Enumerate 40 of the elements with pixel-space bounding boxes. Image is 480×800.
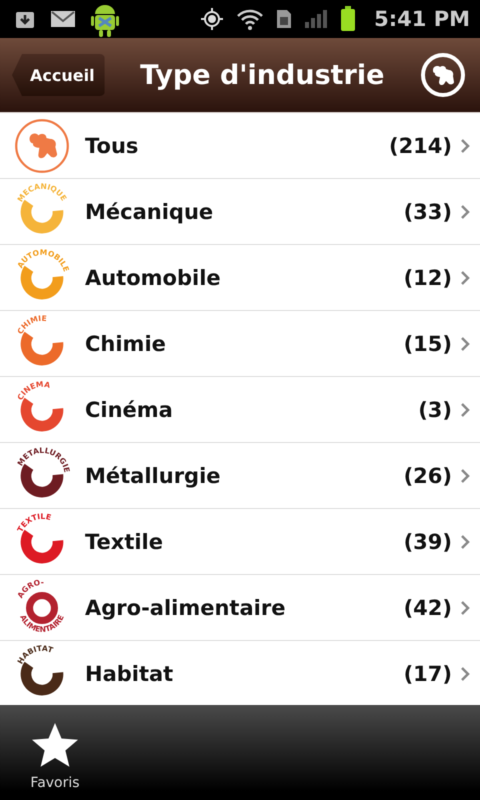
chevron-icon [460,138,470,154]
industry-row[interactable]: Tous (214) [0,113,480,179]
industry-name: Textile [85,530,164,554]
back-button[interactable]: Accueil [12,54,105,96]
industry-name: Automobile [85,266,222,290]
item-count: (26) [404,464,452,488]
status-time: 5:41 PM [374,7,470,31]
wifi-icon [236,8,264,30]
chevron-icon [460,402,470,418]
chevron-icon [460,666,470,682]
item-count: (39) [404,530,452,554]
chevron-icon [460,534,470,550]
item-count: (33) [404,200,452,224]
chevron-icon [460,600,470,616]
industry-name: Agro-alimentaire [85,596,286,620]
item-count: (15) [404,332,452,356]
sim-card-icon [276,9,292,29]
chevron-icon [460,336,470,352]
signal-icon [304,9,328,29]
battery-icon [340,6,356,32]
industry-name: Chimie [85,332,167,356]
industry-name: Cinéma [85,398,174,422]
chevron-icon [460,468,470,484]
item-count: (12) [404,266,452,290]
item-count: (42) [404,596,452,620]
gps-icon [200,7,224,31]
favorites-tab[interactable]: Favoris [0,705,110,800]
star-icon [30,721,80,769]
logo-icon[interactable] [420,52,466,98]
item-count: (3) [418,398,452,422]
industry-name: Mécanique [85,200,214,224]
screen-title: Type d'industrie [139,60,386,90]
item-count: (17) [404,662,452,686]
industry-name: Habitat [85,662,174,686]
mail-icon [50,9,76,29]
item-count: (214) [388,134,452,158]
chevron-icon [460,270,470,286]
chevron-icon [460,204,470,220]
industry-name: Tous [85,134,140,158]
industry-name: Métallurgie [85,464,222,488]
